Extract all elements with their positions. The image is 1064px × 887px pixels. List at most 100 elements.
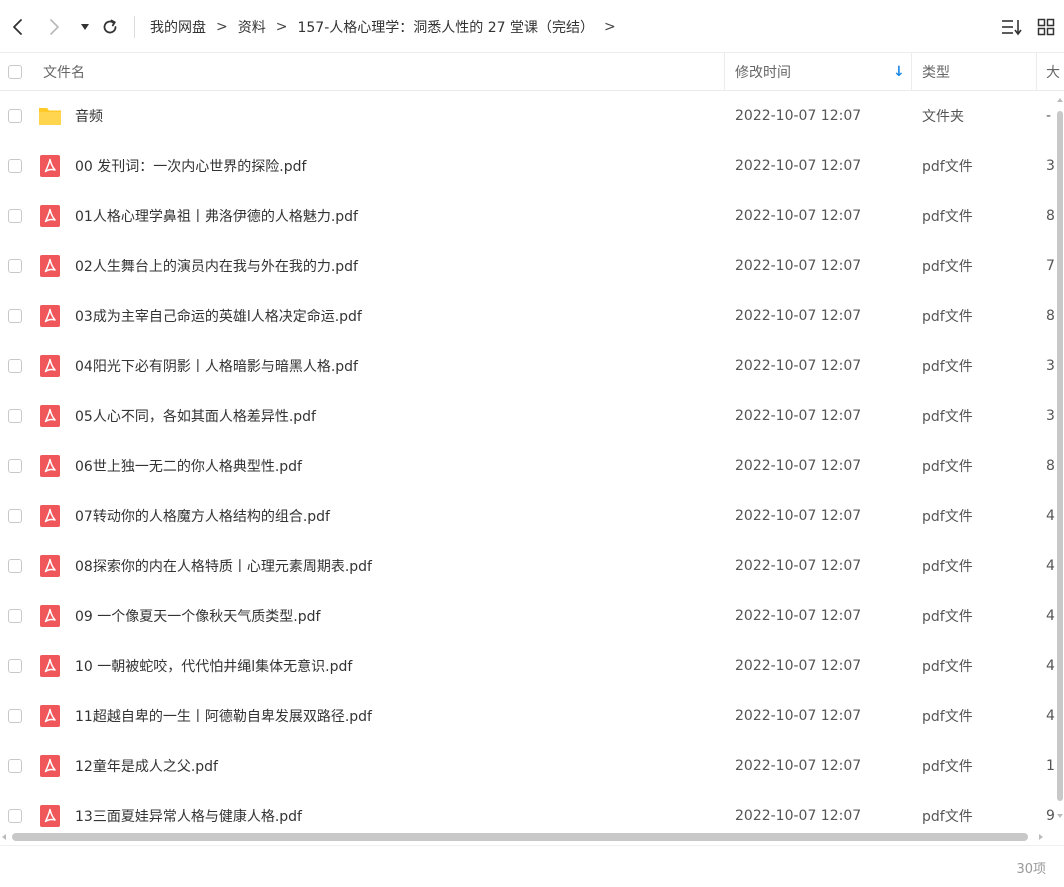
column-divider[interactable]: [1036, 53, 1037, 90]
file-size: 4: [1046, 508, 1055, 524]
back-button[interactable]: [6, 12, 30, 42]
pdf-file-icon: [40, 205, 60, 227]
file-row[interactable]: 04阳光下必有阴影丨人格暗影与暗黑人格.pdf 2022-10-07 12:07 p…: [0, 341, 1056, 391]
row-checkbox[interactable]: [8, 709, 22, 723]
file-modified-date: 2022-10-07 12:07: [735, 758, 862, 774]
pdf-file-icon: [40, 655, 60, 677]
row-checkbox[interactable]: [8, 759, 22, 773]
breadcrumb-item-root[interactable]: 我的网盘: [150, 17, 206, 37]
file-row[interactable]: 12童年是成人之父.pdf 2022-10-07 12:07 pdf文件 1: [0, 741, 1056, 791]
horizontal-scroll-thumb[interactable]: [12, 833, 1028, 841]
pdf-file-icon: [40, 555, 60, 577]
view-mode-button[interactable]: [1033, 14, 1059, 40]
file-size: 3: [1046, 358, 1055, 374]
row-checkbox[interactable]: [8, 459, 22, 473]
file-type: 文件夹: [922, 109, 964, 125]
file-size: 4: [1046, 608, 1055, 624]
file-size: 3: [1046, 158, 1055, 174]
file-row[interactable]: 05人心不同，各如其面人格差异性.pdf 2022-10-07 12:07 pdf文…: [0, 391, 1056, 441]
pdf-file-icon: [40, 405, 60, 427]
row-checkbox[interactable]: [8, 359, 22, 373]
file-row[interactable]: 06世上独一无二的你人格典型性.pdf 2022-10-07 12:07 pdf文件…: [0, 441, 1056, 491]
file-row[interactable]: 10 一朝被蛇咬，代代怕井绳l集体无意识.pdf 2022-10-07 12:07…: [0, 641, 1056, 691]
file-name: 音频: [75, 109, 103, 125]
vertical-scrollbar[interactable]: [1056, 97, 1064, 825]
file-row[interactable]: 13三面夏娃异常人格与健康人格.pdf 2022-10-07 12:07 pdf文件…: [0, 791, 1056, 827]
pdf-file-icon: [40, 355, 60, 377]
file-name: 07转动你的人格魔方人格结构的组合.pdf: [75, 509, 330, 525]
row-checkbox[interactable]: [8, 609, 22, 623]
history-dropdown-button[interactable]: [73, 12, 97, 42]
scroll-up-icon[interactable]: [1056, 97, 1064, 103]
column-divider[interactable]: [724, 53, 725, 90]
file-type: pdf文件: [922, 359, 973, 375]
file-name: 09 一个像夏天一个像秋天气质类型.pdf: [75, 609, 321, 625]
file-name: 06世上独一无二的你人格典型性.pdf: [75, 459, 302, 475]
file-row[interactable]: 09 一个像夏天一个像秋天气质类型.pdf 2022-10-07 12:07 pdf…: [0, 591, 1056, 641]
row-checkbox[interactable]: [8, 809, 22, 823]
file-type: pdf文件: [922, 209, 973, 225]
breadcrumb-expand-button[interactable]: >: [604, 19, 616, 35]
column-size-header[interactable]: 大: [1046, 53, 1060, 90]
horizontal-scrollbar[interactable]: [0, 830, 1056, 844]
file-size: 4: [1046, 708, 1055, 724]
file-row[interactable]: 00 发刊词：一次内心世界的探险.pdf 2022-10-07 12:07 pdf文…: [0, 141, 1056, 191]
refresh-button[interactable]: [98, 12, 122, 42]
toolbar-divider: [134, 16, 135, 38]
column-modified-header[interactable]: 修改时间: [735, 53, 791, 90]
file-name: 10 一朝被蛇咬，代代怕井绳l集体无意识.pdf: [75, 659, 353, 675]
pdf-file-icon: [40, 705, 60, 727]
file-name: 11超越自卑的一生丨阿德勒自卑发展双路径.pdf: [75, 709, 372, 725]
file-row[interactable]: 03成为主宰自己命运的英雄l人格决定命运.pdf 2022-10-07 12:07…: [0, 291, 1056, 341]
file-row[interactable]: 02人生舞台上的演员内在我与外在我的力.pdf 2022-10-07 12:07 p…: [0, 241, 1056, 291]
file-size: 4: [1046, 658, 1055, 674]
file-size: -: [1046, 108, 1052, 124]
file-row[interactable]: 07转动你的人格魔方人格结构的组合.pdf 2022-10-07 12:07 pdf…: [0, 491, 1056, 541]
file-name: 02人生舞台上的演员内在我与外在我的力.pdf: [75, 259, 358, 275]
pdf-file-icon: [40, 755, 60, 777]
item-count: 30项: [1016, 861, 1046, 877]
pdf-file-icon: [40, 605, 60, 627]
breadcrumb-item-folder[interactable]: 资料: [238, 17, 266, 37]
file-type: pdf文件: [922, 559, 973, 575]
row-checkbox[interactable]: [8, 209, 22, 223]
file-modified-date: 2022-10-07 12:07: [735, 108, 862, 124]
vertical-scroll-thumb[interactable]: [1057, 111, 1063, 801]
file-name: 13三面夏娃异常人格与健康人格.pdf: [75, 809, 302, 825]
row-checkbox[interactable]: [8, 559, 22, 573]
chevron-right-icon: [50, 19, 59, 35]
file-type: pdf文件: [922, 609, 973, 625]
file-modified-date: 2022-10-07 12:07: [735, 708, 862, 724]
file-type: pdf文件: [922, 309, 973, 325]
forward-button[interactable]: [42, 12, 66, 42]
scroll-left-icon[interactable]: [1, 833, 7, 841]
file-modified-date: 2022-10-07 12:07: [735, 358, 862, 374]
row-checkbox[interactable]: [8, 659, 22, 673]
file-row[interactable]: 08探索你的内在人格特质丨心理元素周期表.pdf 2022-10-07 12:07…: [0, 541, 1056, 591]
sort-button[interactable]: [999, 14, 1025, 40]
file-row[interactable]: 11超越自卑的一生丨阿德勒自卑发展双路径.pdf 2022-10-07 12:07…: [0, 691, 1056, 741]
row-checkbox[interactable]: [8, 109, 22, 123]
row-checkbox[interactable]: [8, 259, 22, 273]
breadcrumb-item-current[interactable]: 157-人格心理学：洞悉人性的 27 堂课（完结）: [297, 17, 594, 37]
file-modified-date: 2022-10-07 12:07: [735, 808, 862, 824]
row-checkbox[interactable]: [8, 409, 22, 423]
file-modified-date: 2022-10-07 12:07: [735, 158, 862, 174]
row-checkbox[interactable]: [8, 509, 22, 523]
column-name-header[interactable]: 文件名: [43, 53, 85, 90]
file-row[interactable]: 01人格心理学鼻祖丨弗洛伊德的人格魅力.pdf 2022-10-07 12:07 p…: [0, 191, 1056, 241]
select-all-checkbox[interactable]: [8, 64, 22, 79]
breadcrumb: 我的网盘 > 资料 > 157-人格心理学：洞悉人性的 27 堂课（完结） >: [150, 0, 626, 53]
column-type-header[interactable]: 类型: [922, 53, 950, 90]
file-size: 7: [1046, 258, 1055, 274]
scroll-down-icon[interactable]: [1056, 813, 1064, 819]
folder-row[interactable]: 音频 2022-10-07 12:07 文件夹 -: [0, 91, 1056, 141]
column-divider[interactable]: [911, 53, 912, 90]
row-checkbox[interactable]: [8, 159, 22, 173]
file-size: 9: [1046, 808, 1055, 824]
file-type: pdf文件: [922, 809, 973, 825]
row-checkbox[interactable]: [8, 309, 22, 323]
file-modified-date: 2022-10-07 12:07: [735, 658, 862, 674]
file-modified-date: 2022-10-07 12:07: [735, 458, 862, 474]
scroll-right-icon[interactable]: [1038, 833, 1044, 841]
